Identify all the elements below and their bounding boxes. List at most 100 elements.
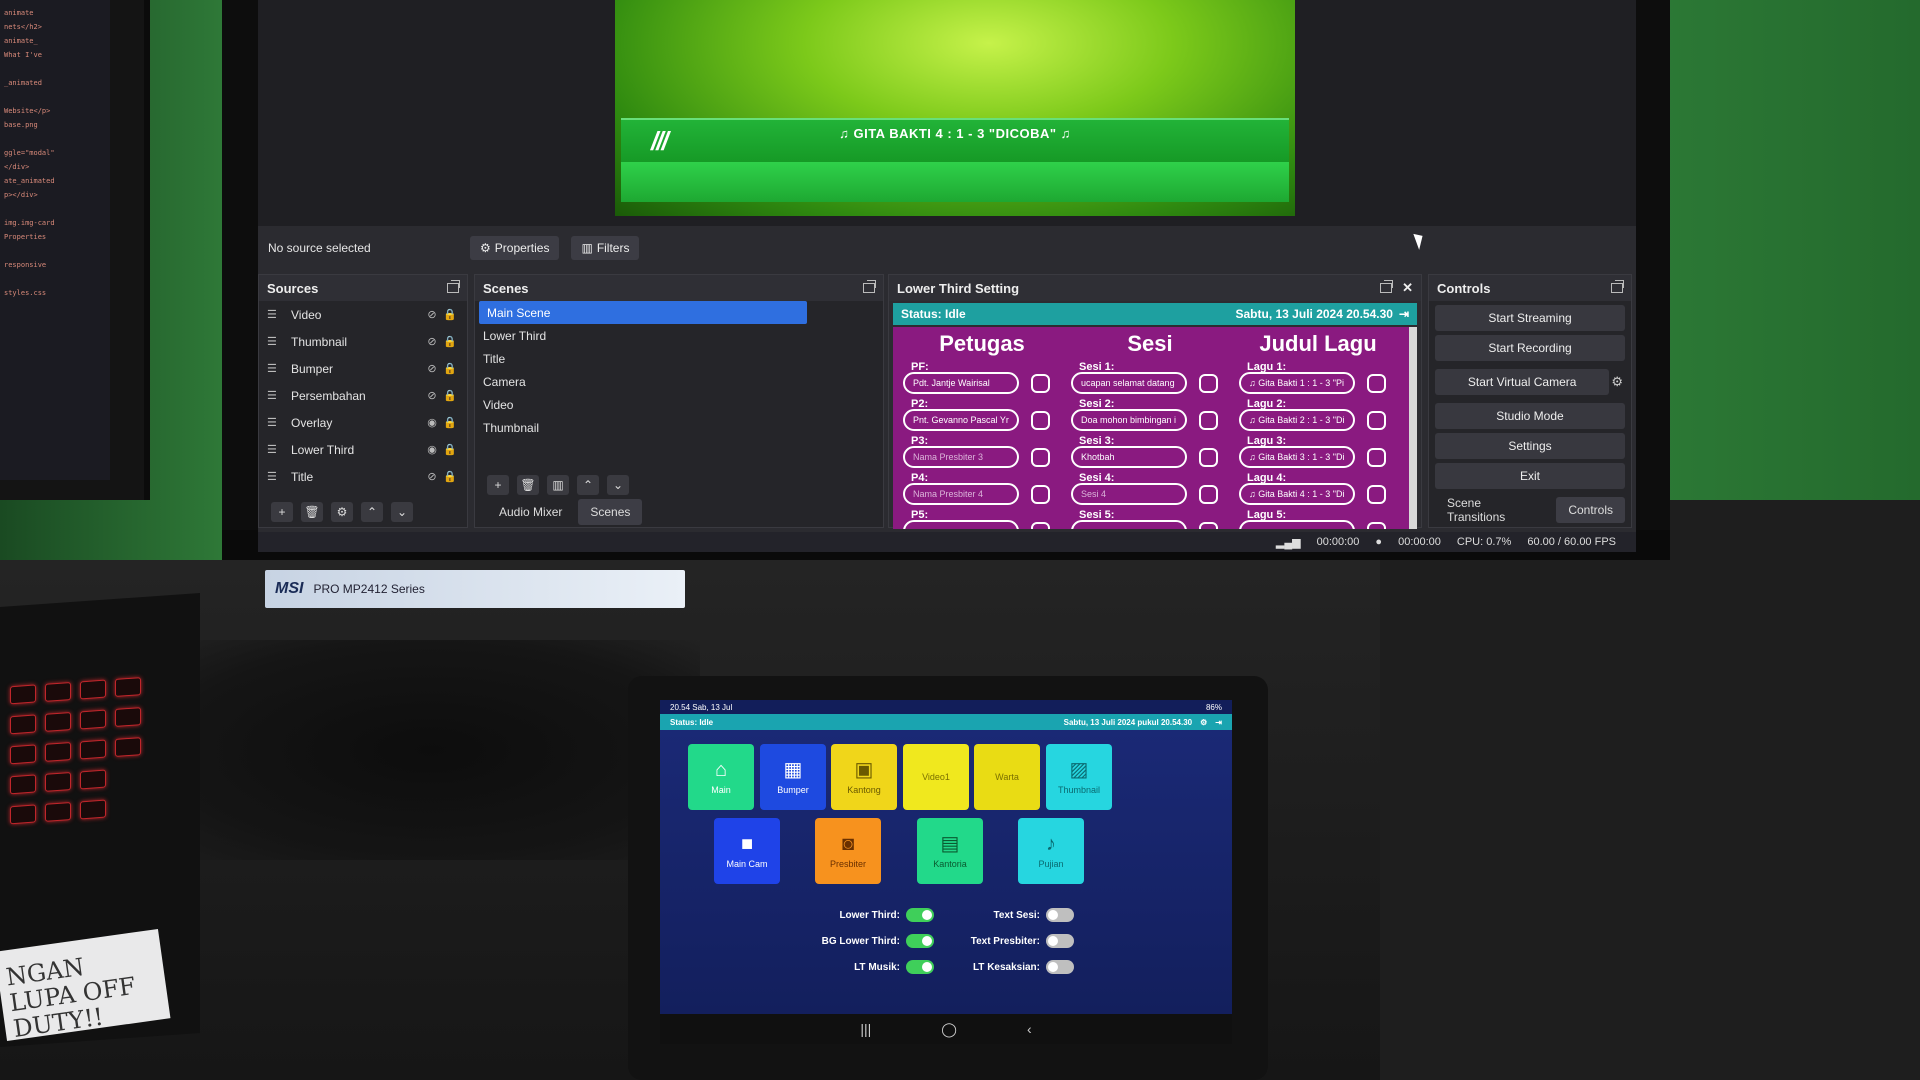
tablet-button-pujian[interactable]: ♪ Pujian xyxy=(1018,818,1084,884)
tablet-button-main[interactable]: ⌂ Main xyxy=(688,744,754,810)
lagu-checkbox[interactable] xyxy=(1367,411,1386,430)
tab-controls[interactable]: Controls xyxy=(1556,497,1625,523)
source-row[interactable]: ☰ Title ⊘ 🔒 xyxy=(259,463,467,490)
undock-icon[interactable] xyxy=(863,280,876,293)
gear-icon[interactable]: ⚙ xyxy=(1611,374,1623,390)
lagu-checkbox[interactable] xyxy=(1367,522,1386,529)
add-scene-button[interactable]: + xyxy=(487,475,509,495)
logout-icon[interactable]: ⇥ xyxy=(1215,718,1222,727)
scene-down-button[interactable]: ⌄ xyxy=(607,475,629,495)
toggle-switch[interactable] xyxy=(906,908,934,922)
lagu-input[interactable]: ♫ Gita Bakti 3 : 1 - 3 "Di xyxy=(1239,446,1355,468)
lagu-input[interactable]: ♫ Gita Bakti 1 : 1 - 3 "Pi xyxy=(1239,372,1355,394)
scene-up-button[interactable]: ⌃ xyxy=(577,475,599,495)
toggle-switch[interactable] xyxy=(1046,934,1074,948)
lock-icon[interactable]: 🔒 xyxy=(441,335,459,348)
eye-off-icon[interactable]: ⊘ xyxy=(423,389,441,402)
tablet-button-presbiter[interactable]: ◙ Presbiter xyxy=(815,818,881,884)
petugas-input[interactable] xyxy=(903,520,1019,529)
logout-icon[interactable]: ⇥ xyxy=(1399,307,1409,321)
toggle-switch[interactable] xyxy=(1046,908,1074,922)
exit-button[interactable]: Exit xyxy=(1435,463,1625,489)
petugas-input[interactable]: Pdt. Jantje Wairisal xyxy=(903,372,1019,394)
source-row[interactable]: ☰ Video ⊘ 🔒 xyxy=(259,301,467,328)
lagu-checkbox[interactable] xyxy=(1367,485,1386,504)
lagu-input[interactable]: ♫ Gita Bakti 2 : 1 - 3 "Di xyxy=(1239,409,1355,431)
scene-row[interactable]: Thumbnail xyxy=(475,416,811,439)
remove-scene-button[interactable]: 🗑 xyxy=(517,475,539,495)
petugas-checkbox[interactable] xyxy=(1031,448,1050,467)
move-up-button[interactable]: ⌃ xyxy=(361,502,383,522)
lagu-checkbox[interactable] xyxy=(1367,374,1386,393)
scene-filters-button[interactable]: ▥ xyxy=(547,475,569,495)
sesi-checkbox[interactable] xyxy=(1199,485,1218,504)
scrollbar[interactable] xyxy=(1409,327,1417,529)
back-icon[interactable]: ‹ xyxy=(1027,1021,1032,1037)
toggle-switch[interactable] xyxy=(906,960,934,974)
tablet-button-warta[interactable]: Warta xyxy=(974,744,1040,810)
petugas-input[interactable]: Nama Presbiter 3 xyxy=(903,446,1019,468)
eye-icon[interactable]: ◉ xyxy=(423,443,441,456)
toggle-switch[interactable] xyxy=(1046,960,1074,974)
lock-icon[interactable]: 🔒 xyxy=(441,389,459,402)
tablet-button-kantoria[interactable]: ▤ Kantoria xyxy=(917,818,983,884)
source-row[interactable]: ☰ Persembahan ⊘ 🔒 xyxy=(259,382,467,409)
eye-off-icon[interactable]: ⊘ xyxy=(423,362,441,375)
tab-audio-mixer[interactable]: Audio Mixer xyxy=(487,499,574,525)
petugas-input[interactable]: Pnt. Gevanno Pascal Yr xyxy=(903,409,1019,431)
remove-source-button[interactable]: 🗑 xyxy=(301,502,323,522)
scene-row[interactable]: Title xyxy=(475,347,811,370)
eye-off-icon[interactable]: ⊘ xyxy=(423,335,441,348)
undock-icon[interactable] xyxy=(1380,280,1394,293)
filters-button[interactable]: ▥ Filters xyxy=(571,236,640,260)
add-source-button[interactable]: + xyxy=(271,502,293,522)
sesi-input[interactable]: Sesi 4 xyxy=(1071,483,1187,505)
tab-scenes[interactable]: Scenes xyxy=(578,499,643,525)
sesi-input[interactable]: Doa mohon bimbingan i xyxy=(1071,409,1187,431)
lagu-input[interactable]: ♫ Gita Bakti 4 : 1 - 3 "Di xyxy=(1239,483,1355,505)
undock-icon[interactable] xyxy=(1611,280,1624,293)
studio-mode-button[interactable]: Studio Mode xyxy=(1435,403,1625,429)
source-row[interactable]: ☰ Overlay ◉ 🔒 xyxy=(259,409,467,436)
lock-icon[interactable]: 🔒 xyxy=(441,416,459,429)
move-down-button[interactable]: ⌄ xyxy=(391,502,413,522)
lock-icon[interactable]: 🔒 xyxy=(441,308,459,321)
petugas-checkbox[interactable] xyxy=(1031,411,1050,430)
lagu-input[interactable] xyxy=(1239,520,1355,529)
petugas-input[interactable]: Nama Presbiter 4 xyxy=(903,483,1019,505)
source-row[interactable]: ☰ Bumper ⊘ 🔒 xyxy=(259,355,467,382)
eye-icon[interactable]: ◉ xyxy=(423,416,441,429)
sesi-input[interactable]: ucapan selamat datang xyxy=(1071,372,1187,394)
home-nav-icon[interactable]: ◯ xyxy=(941,1021,957,1038)
sesi-checkbox[interactable] xyxy=(1199,522,1218,529)
close-icon[interactable]: ✕ xyxy=(1402,280,1413,296)
lock-icon[interactable]: 🔒 xyxy=(441,470,459,483)
gear-icon[interactable]: ⚙ xyxy=(1200,718,1207,727)
scene-row[interactable]: Main Scene xyxy=(479,301,807,324)
petugas-checkbox[interactable] xyxy=(1031,374,1050,393)
program-preview[interactable]: /// ♫ GITA BAKTI 4 : 1 - 3 "DICOBA" ♫ xyxy=(615,0,1295,216)
start-recording-button[interactable]: Start Recording xyxy=(1435,335,1625,361)
source-settings-button[interactable]: ⚙ xyxy=(331,502,353,522)
scene-row[interactable]: Video xyxy=(475,393,811,416)
tab-scene-transitions[interactable]: Scene Transitions xyxy=(1435,496,1552,524)
sesi-checkbox[interactable] xyxy=(1199,448,1218,467)
toggle-switch[interactable] xyxy=(906,934,934,948)
scene-row[interactable]: Lower Third xyxy=(475,324,811,347)
start-streaming-button[interactable]: Start Streaming xyxy=(1435,305,1625,331)
settings-button[interactable]: Settings xyxy=(1435,433,1625,459)
start-virtual-camera-button[interactable]: Start Virtual Camera xyxy=(1435,369,1610,395)
sesi-checkbox[interactable] xyxy=(1199,411,1218,430)
recents-icon[interactable]: ||| xyxy=(860,1021,871,1037)
tablet-button-thumbnail[interactable]: ▨ Thumbnail xyxy=(1046,744,1112,810)
tablet-button-kantong[interactable]: ▣ Kantong xyxy=(831,744,897,810)
scene-row[interactable]: Camera xyxy=(475,370,811,393)
eye-off-icon[interactable]: ⊘ xyxy=(423,470,441,483)
sesi-input[interactable]: Khotbah xyxy=(1071,446,1187,468)
source-row[interactable]: ☰ Thumbnail ⊘ 🔒 xyxy=(259,328,467,355)
tablet-button-main-cam[interactable]: ■ Main Cam xyxy=(714,818,780,884)
petugas-checkbox[interactable] xyxy=(1031,485,1050,504)
properties-button[interactable]: ⚙ Properties xyxy=(470,236,560,260)
undock-icon[interactable] xyxy=(447,280,460,293)
sesi-checkbox[interactable] xyxy=(1199,374,1218,393)
